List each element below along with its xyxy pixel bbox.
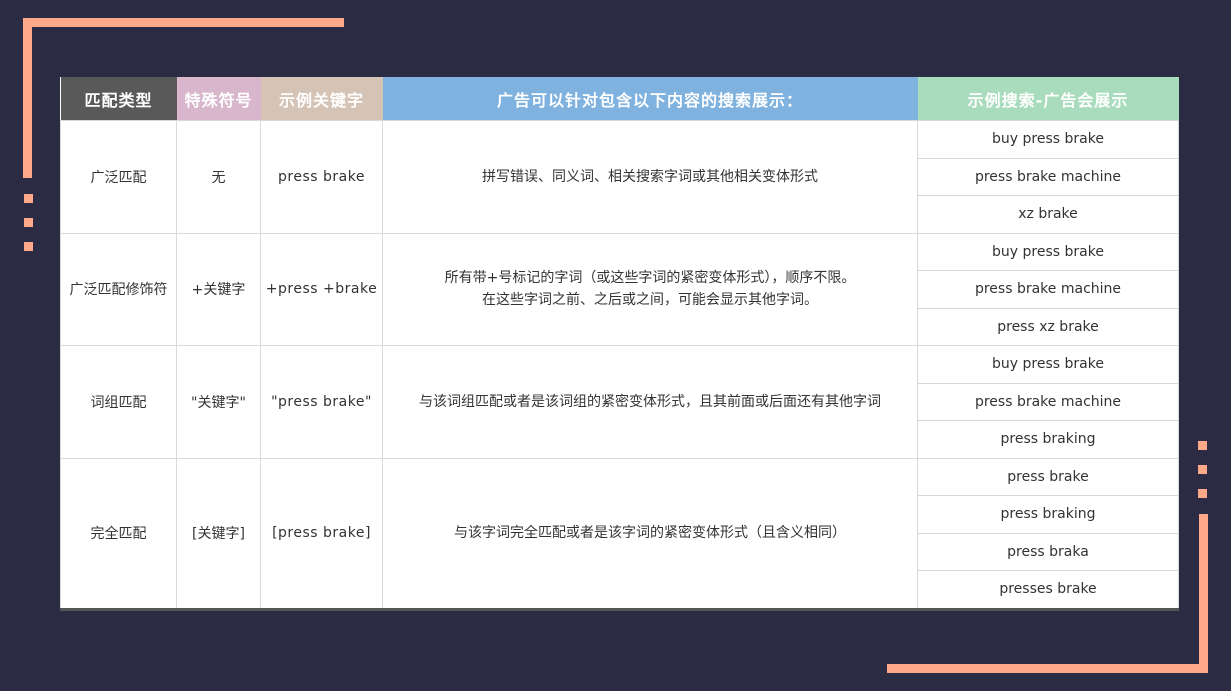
description-line: 所有带+号标记的字词（或这些字词的紧密变体形式），顺序不限。 (444, 270, 856, 287)
example-keyword-cell: "press brake" (260, 345, 383, 459)
corner-bracket-bottom-right-horizontal (887, 664, 1208, 673)
header-special-symbol: 特殊符号 (176, 77, 261, 121)
example-keyword-cell: press brake (260, 120, 383, 234)
example-search-cell: press brake machine (917, 270, 1179, 309)
special-symbol-cell: +关键字 (176, 232, 261, 346)
match-type-cell: 完全匹配 (60, 457, 177, 610)
decor-dot (1198, 489, 1207, 498)
special-symbol-cell: 无 (176, 120, 261, 234)
example-search-cell: xz brake (917, 195, 1179, 234)
table-header-row: 匹配类型 特殊符号 示例关键字 广告可以针对包含以下内容的搜索展示： 示例搜索-… (60, 77, 1179, 121)
description-line: 与该字词完全匹配或者是该字词的紧密变体形式（且含义相同） (454, 525, 846, 541)
example-search-cell: presses brake (917, 570, 1179, 610)
corner-bracket-bottom-right-vertical (1199, 514, 1208, 673)
example-search-cell: press brake (917, 457, 1179, 496)
example-keyword-cell: [press brake] (260, 457, 383, 610)
example-search-cell: buy press brake (917, 120, 1179, 159)
special-symbol-cell: [关键字] (176, 457, 261, 610)
decor-dot (24, 194, 33, 203)
description-line: 在这些字词之前、之后或之间，可能会显示其他字词。 (482, 292, 818, 309)
example-search-cell: press braking (917, 495, 1179, 534)
table-row: 广泛匹配无 press brake 拼写错误、同义词、相关搜索字词或其他相关变体形式… (60, 120, 1179, 234)
corner-bracket-top-left-vertical (23, 18, 32, 178)
example-search-cell: press braking (917, 420, 1179, 459)
header-example-keyword: 示例关键字 (260, 77, 383, 121)
table-row: 完全匹配 [关键字] [press brake] 与该字词完全匹配或者是该字词的紧密变… (60, 457, 1179, 610)
decor-dot (1198, 465, 1207, 474)
description-cell: 所有带+号标记的字词（或这些字词的紧密变体形式），顺序不限。 在这些字词之前、之后… (382, 232, 918, 346)
header-description: 广告可以针对包含以下内容的搜索展示： (382, 77, 918, 121)
description-cell: 拼写错误、同义词、相关搜索字词或其他相关变体形式 (382, 120, 918, 234)
example-search-cell: buy press brake (917, 232, 1179, 271)
example-search-cell: press brake machine (917, 157, 1179, 196)
match-type-cell: 广泛匹配 (60, 120, 177, 234)
table-row: 广泛匹配修饰符 +关键字 +press +brake 所有带+号标记的字词（或这些字词… (60, 232, 1179, 346)
corner-bracket-top-left-horizontal (23, 18, 344, 27)
match-type-cell: 广泛匹配修饰符 (60, 232, 177, 346)
decor-dot (24, 218, 33, 227)
special-symbol-cell: "关键字" (176, 345, 261, 459)
match-type-table: 匹配类型 特殊符号 示例关键字 广告可以针对包含以下内容的搜索展示： 示例搜索-… (60, 77, 1179, 611)
example-search-cell: press xz brake (917, 307, 1179, 346)
description-line: 拼写错误、同义词、相关搜索字词或其他相关变体形式 (482, 168, 818, 185)
description-cell: 与该字词完全匹配或者是该字词的紧密变体形式（且含义相同） (382, 457, 918, 610)
description-line: 与该词组匹配或者是该词组的紧密变体形式，且其前面或后面还有其他字词 (419, 393, 881, 410)
example-search-cell: press braka (917, 532, 1179, 571)
decor-dot (24, 242, 33, 251)
example-search-cell: buy press brake (917, 345, 1179, 384)
description-cell: 与该词组匹配或者是该词组的紧密变体形式，且其前面或后面还有其他字词 (382, 345, 918, 459)
example-keyword-cell: +press +brake (260, 232, 383, 346)
decor-dot (1198, 441, 1207, 450)
header-match-type: 匹配类型 (60, 77, 177, 121)
header-example-searches: 示例搜索-广告会展示 (917, 77, 1179, 121)
example-search-cell: press brake machine (917, 382, 1179, 421)
table-row: 词组匹配 "关键字" "press brake" 与该词组匹配或者是该词组的紧密变体形… (60, 345, 1179, 459)
match-type-cell: 词组匹配 (60, 345, 177, 459)
